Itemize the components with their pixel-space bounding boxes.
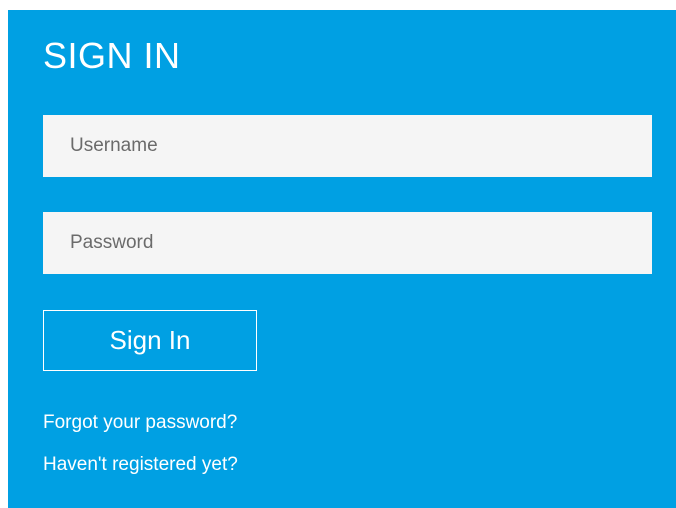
page-title: SIGN IN bbox=[43, 35, 181, 76]
sign-in-button[interactable]: Sign In bbox=[43, 310, 257, 371]
username-input[interactable] bbox=[43, 115, 652, 177]
forgot-password-link[interactable]: Forgot your password? bbox=[43, 411, 237, 435]
password-input[interactable] bbox=[43, 212, 652, 274]
register-link[interactable]: Haven't registered yet? bbox=[43, 453, 238, 477]
sign-in-panel: SIGN IN Sign In Forgot your password? Ha… bbox=[8, 10, 676, 508]
